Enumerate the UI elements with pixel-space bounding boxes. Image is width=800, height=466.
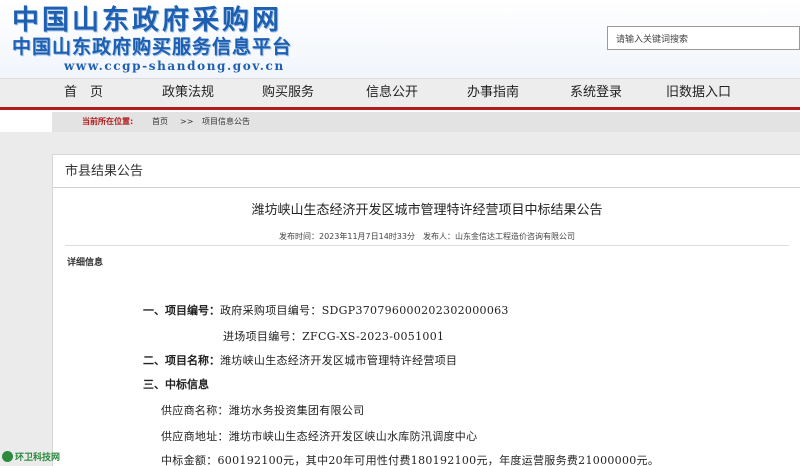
project-name-label: 二、项目名称： xyxy=(143,354,220,367)
bid-amount-value: 中标金额：600192100元，其中20年可用性付费180192100元，年度运… xyxy=(161,454,660,466)
site-header: 中国山东政府采购网 中国山东政府购买服务信息平台 www.ccgp-shando… xyxy=(0,0,800,78)
breadcrumb-separator: >> xyxy=(180,117,194,126)
main-nav: 首 页 政策法规 购买服务 信息公开 办事指南 系统登录 旧数据入口 xyxy=(0,78,800,108)
nav-item-policy[interactable]: 政策法规 xyxy=(162,79,214,107)
site-logo-subtitle[interactable]: 中国山东政府购买服务信息平台 xyxy=(12,36,292,58)
section-title: 市县结果公告 xyxy=(65,164,144,179)
entry-number-row: 进场项目编号：ZFCG-XS-2023-0051001 xyxy=(223,329,444,345)
breadcrumb: 当前所在位置: 首页 >> 项目信息公告 xyxy=(52,112,800,132)
site-logo-title[interactable]: 中国山东政府采购网 xyxy=(12,6,282,36)
meta-divider xyxy=(65,245,789,246)
nav-item-disclosure[interactable]: 信息公开 xyxy=(366,79,418,107)
project-name-row: 二、项目名称：潍坊峡山生态经济开发区城市管理特许经营项目 xyxy=(143,353,457,369)
nav-item-login[interactable]: 系统登录 xyxy=(570,79,622,107)
breadcrumb-label: 当前所在位置: xyxy=(82,117,134,126)
breadcrumb-current[interactable]: 项目信息公告 xyxy=(202,112,250,132)
nav-item-services[interactable]: 购买服务 xyxy=(262,79,314,107)
project-number-row: 一、项目编号：政府采购项目编号：SDGP37079600020230200006… xyxy=(143,303,509,319)
winner-info-row: 三、中标信息 xyxy=(143,377,209,393)
section-divider xyxy=(53,187,800,188)
project-number-value: 政府采购项目编号：SDGP370796000202302000063 xyxy=(220,304,509,317)
supplier-name-row: 供应商名称：潍坊水务投资集团有限公司 xyxy=(161,403,364,419)
watermark: 环卫科技网 xyxy=(2,451,60,465)
supplier-address-row: 供应商地址：潍坊市峡山生态经济开发区峡山水库防汛调度中心 xyxy=(161,429,477,445)
detail-label: 详细信息 xyxy=(67,258,104,268)
watermark-text: 环卫科技网 xyxy=(15,453,61,463)
notice-meta: 发布时间：2023年11月7日14时33分 发布人：山东金信达工程造价咨询有限公… xyxy=(279,232,575,241)
site-logo-url: www.ccgp-shandong.gov.cn xyxy=(64,59,285,73)
nav-item-home[interactable]: 首 页 xyxy=(64,79,103,107)
search-box xyxy=(607,26,800,51)
notice-title: 潍坊峡山生态经济开发区城市管理特许经营项目中标结果公告 xyxy=(251,203,603,218)
entry-number-value: 进场项目编号：ZFCG-XS-2023-0051001 xyxy=(223,330,445,343)
supplier-name-value: 供应商名称：潍坊水务投资集团有限公司 xyxy=(161,404,365,417)
breadcrumb-home[interactable]: 首页 xyxy=(152,112,168,132)
watermark-logo-icon xyxy=(2,451,13,462)
bid-amount-row: 中标金额：600192100元，其中20年可用性付费180192100元，年度运… xyxy=(161,453,659,466)
nav-item-guide[interactable]: 办事指南 xyxy=(467,79,519,107)
winner-info-label: 三、中标信息 xyxy=(143,378,209,391)
nav-item-legacy[interactable]: 旧数据入口 xyxy=(666,79,731,107)
project-number-label: 一、项目编号： xyxy=(143,304,220,317)
content-card: 市县结果公告 潍坊峡山生态经济开发区城市管理特许经营项目中标结果公告 发布时间：… xyxy=(52,154,800,466)
search-input[interactable] xyxy=(608,29,799,51)
nav-divider xyxy=(0,107,800,110)
supplier-address-value: 供应商地址：潍坊市峡山生态经济开发区峡山水库防汛调度中心 xyxy=(161,430,478,443)
project-name-value: 潍坊峡山生态经济开发区城市管理特许经营项目 xyxy=(220,354,458,367)
